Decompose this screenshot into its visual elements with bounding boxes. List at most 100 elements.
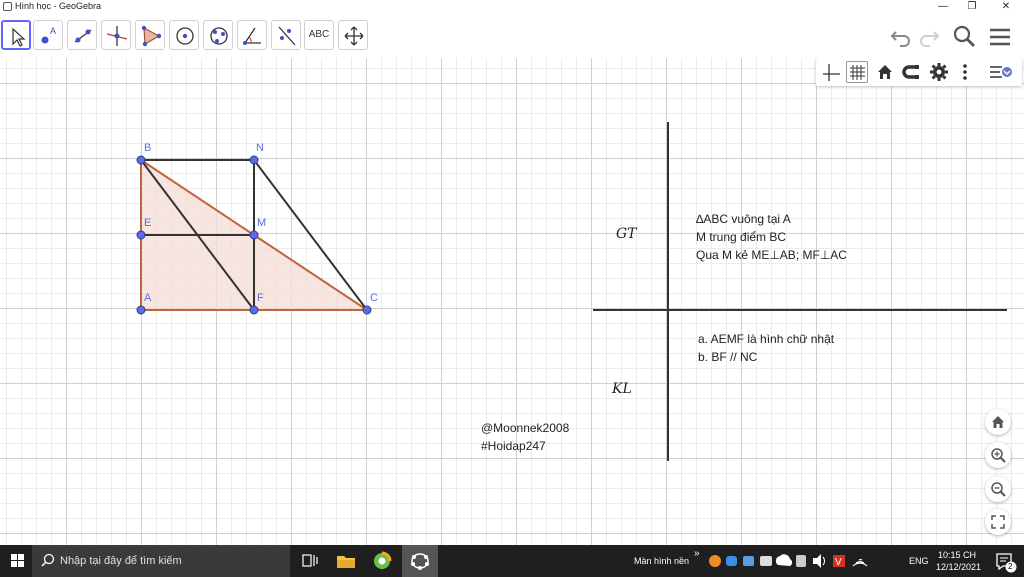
search-icon <box>41 553 55 567</box>
main-menu-button[interactable] <box>987 24 1013 50</box>
line-icon <box>74 29 92 43</box>
move-tool-button[interactable] <box>1 20 31 50</box>
zoom-out-button[interactable] <box>985 476 1011 502</box>
point-label-f: F <box>257 292 264 304</box>
text-tool-button[interactable]: ABC <box>304 20 334 50</box>
point-c[interactable] <box>362 305 372 315</box>
point-label-m: M <box>257 217 267 229</box>
point-a[interactable] <box>136 305 146 315</box>
toolbar-expand-icon[interactable]: » <box>694 548 700 577</box>
credit-line: #Hoidap247 <box>481 439 546 453</box>
given-line: ∆ABC vuông tại A <box>696 212 791 226</box>
angle-icon <box>243 27 261 45</box>
fullscreen-icon <box>991 515 1005 529</box>
point-label-c: C <box>370 292 378 304</box>
kl-label[interactable]: KL <box>612 381 632 397</box>
geogebra-icon <box>411 553 429 570</box>
credit-line: @Moonnek2008 <box>481 421 570 435</box>
point-m[interactable] <box>249 230 259 240</box>
polygon-tool-button[interactable] <box>135 20 165 50</box>
maximize-button[interactable]: ❐ <box>955 0 989 14</box>
undo-button[interactable] <box>888 24 914 50</box>
angle-tool-button[interactable] <box>237 20 267 50</box>
conclusion-text[interactable]: a. AEMF là hình chữ nhật b. BF // NC <box>698 330 834 366</box>
clock-time: 10:15 CH <box>937 550 977 560</box>
tray-keyboard-icon[interactable] <box>760 556 772 566</box>
search-button[interactable] <box>951 24 977 50</box>
window-title: Hình học - GeoGebra <box>15 1 102 11</box>
volume-wave-icon <box>822 556 825 566</box>
tray-app-icon[interactable] <box>743 556 754 566</box>
reflect-tool-button[interactable] <box>271 20 301 50</box>
clock[interactable]: 10:15 CH 12/12/2021 <box>936 549 982 577</box>
point-n[interactable] <box>249 155 259 165</box>
action-center-button[interactable]: 2 <box>986 545 1024 577</box>
standard-view-floating-button[interactable] <box>985 409 1011 435</box>
tray-app-icon[interactable] <box>709 555 721 567</box>
circle-three-points-tool-button[interactable] <box>203 20 233 50</box>
point-label-n: N <box>256 142 264 154</box>
task-view-button[interactable] <box>292 545 328 577</box>
system-tray-icons: V <box>709 554 868 568</box>
start-button[interactable] <box>0 545 36 577</box>
toolbar: A ABC <box>0 14 1024 58</box>
point-b[interactable] <box>136 155 146 165</box>
point-icon: A <box>41 26 56 44</box>
coc-coc-browser-icon <box>374 551 392 569</box>
perpendicular-line-tool-button[interactable] <box>101 20 131 50</box>
tray-app-icon[interactable] <box>796 555 806 567</box>
browser-button[interactable] <box>364 545 400 577</box>
conclusion-line: a. AEMF là hình chữ nhật <box>698 332 835 346</box>
title-bar: Hình học - GeoGebra — ❐ ✕ <box>0 0 1024 14</box>
desktop-toolbar-label[interactable]: Màn hình nền <box>634 556 689 577</box>
graphics-view[interactable]: B N E M A F C GT KL ∆ABC vuông tại A M t… <box>0 58 1024 545</box>
point-tool-button[interactable]: A <box>33 20 63 50</box>
file-explorer-button[interactable] <box>328 545 364 577</box>
svg-text:A: A <box>50 26 56 36</box>
point-f[interactable] <box>249 305 259 315</box>
redo-icon <box>920 31 940 47</box>
undo-icon <box>890 31 910 47</box>
given-text[interactable]: ∆ABC vuông tại A M trung điểm BC Qua M k… <box>696 210 847 264</box>
line-tool-button[interactable] <box>67 20 97 50</box>
circle-tool-button[interactable] <box>169 20 199 50</box>
gt-label[interactable]: GT <box>616 226 637 242</box>
perpendicular-icon <box>106 26 128 46</box>
polygon-icon <box>141 25 162 47</box>
search-icon <box>953 25 975 47</box>
zoom-in-icon <box>991 448 1006 463</box>
close-button[interactable]: ✕ <box>989 0 1023 14</box>
windows-logo-icon <box>11 554 24 567</box>
volume-icon[interactable] <box>813 554 821 568</box>
tray-zalo-icon[interactable] <box>726 556 737 566</box>
reflect-line-icon <box>278 26 296 46</box>
circle-three-points-icon <box>210 27 228 45</box>
conclusion-line: b. BF // NC <box>698 350 758 364</box>
task-view-icon <box>302 554 318 567</box>
point-e[interactable] <box>136 230 146 240</box>
language-indicator[interactable]: ENG <box>909 556 929 577</box>
construction-drawing <box>136 122 1007 461</box>
zoom-out-icon <box>991 482 1006 497</box>
move-arrows-icon <box>344 26 364 46</box>
geogebra-app-icon <box>3 2 12 11</box>
point-label-e: E <box>144 217 152 229</box>
notification-count: 2 <box>1008 562 1013 571</box>
wifi-icon[interactable] <box>852 559 868 567</box>
geogebra-taskbar-button[interactable] <box>402 545 438 577</box>
redo-button[interactable] <box>916 24 942 50</box>
point-label-a: A <box>144 292 152 304</box>
unikey-glyph-icon: V <box>835 557 842 568</box>
credit-text[interactable]: @Moonnek2008 #Hoidap247 <box>481 419 569 455</box>
move-graphics-tool-button[interactable] <box>338 20 368 50</box>
search-placeholder: Nhập tại đây để tìm kiếm <box>60 555 182 567</box>
circle-center-icon <box>176 27 194 45</box>
notification-icon <box>996 553 1017 573</box>
point-label-b: B <box>144 142 152 154</box>
taskbar-search-box[interactable]: Nhập tại đây để tìm kiếm <box>32 545 290 577</box>
onedrive-icon[interactable] <box>775 554 793 566</box>
clock-date: 12/12/2021 <box>936 562 982 572</box>
cursor-arrow-icon <box>12 27 26 47</box>
zoom-in-button[interactable] <box>985 442 1011 468</box>
fullscreen-button[interactable] <box>985 509 1011 535</box>
